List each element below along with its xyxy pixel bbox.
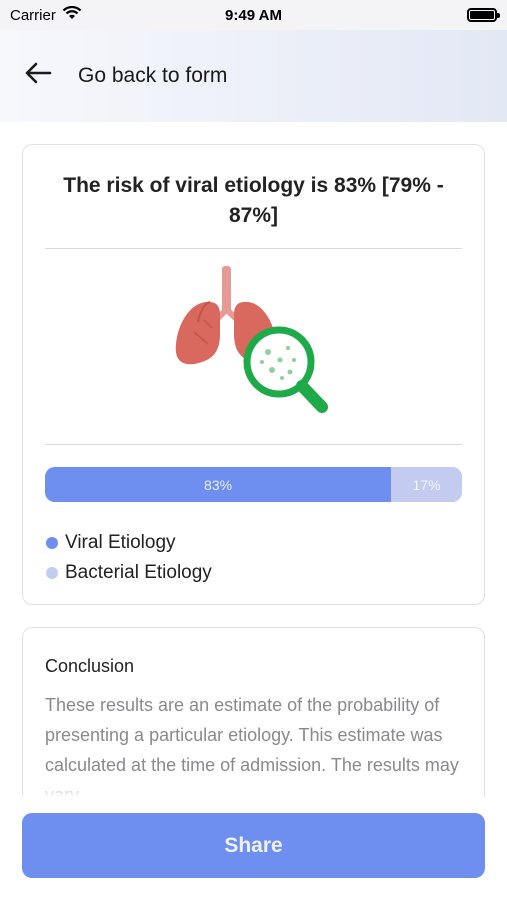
legend-item-bacterial: Bacterial Etiology (46, 558, 484, 588)
status-bar: Carrier 9:49 AM (0, 0, 507, 30)
etiology-progress-bar: 83% 17% (45, 467, 462, 502)
conclusion-title: Conclusion (45, 656, 135, 676)
divider (45, 444, 462, 445)
share-button[interactable]: Share (22, 813, 485, 878)
status-left: Carrier (10, 5, 82, 24)
bacterial-dot-icon (46, 567, 58, 579)
legend-label: Viral Etiology (65, 532, 176, 553)
header: Go back to form (0, 30, 507, 122)
legend-item-viral: Viral Etiology (46, 528, 484, 558)
bacterial-segment: 17% (391, 467, 462, 502)
lungs-magnifier-icon (23, 249, 484, 444)
result-title: The risk of viral etiology is 83% [79% -… (63, 174, 444, 227)
result-card: The risk of viral etiology is 83% [79% -… (22, 144, 485, 605)
wifi-icon (62, 5, 82, 24)
conclusion-card[interactable]: Conclusion These results are an estimate… (22, 627, 485, 797)
back-button-label: Go back to form (78, 64, 228, 87)
battery-icon (467, 8, 500, 22)
arrow-left-icon (24, 61, 52, 91)
viral-dot-icon (46, 537, 58, 549)
back-button[interactable]: Go back to form (24, 61, 227, 91)
scroll-fade (23, 779, 484, 797)
legend-label: Bacterial Etiology (65, 562, 212, 583)
legend: Viral Etiology Bacterial Etiology (46, 528, 484, 588)
viral-segment: 83% (45, 467, 392, 502)
carrier-label: Carrier (10, 6, 56, 24)
